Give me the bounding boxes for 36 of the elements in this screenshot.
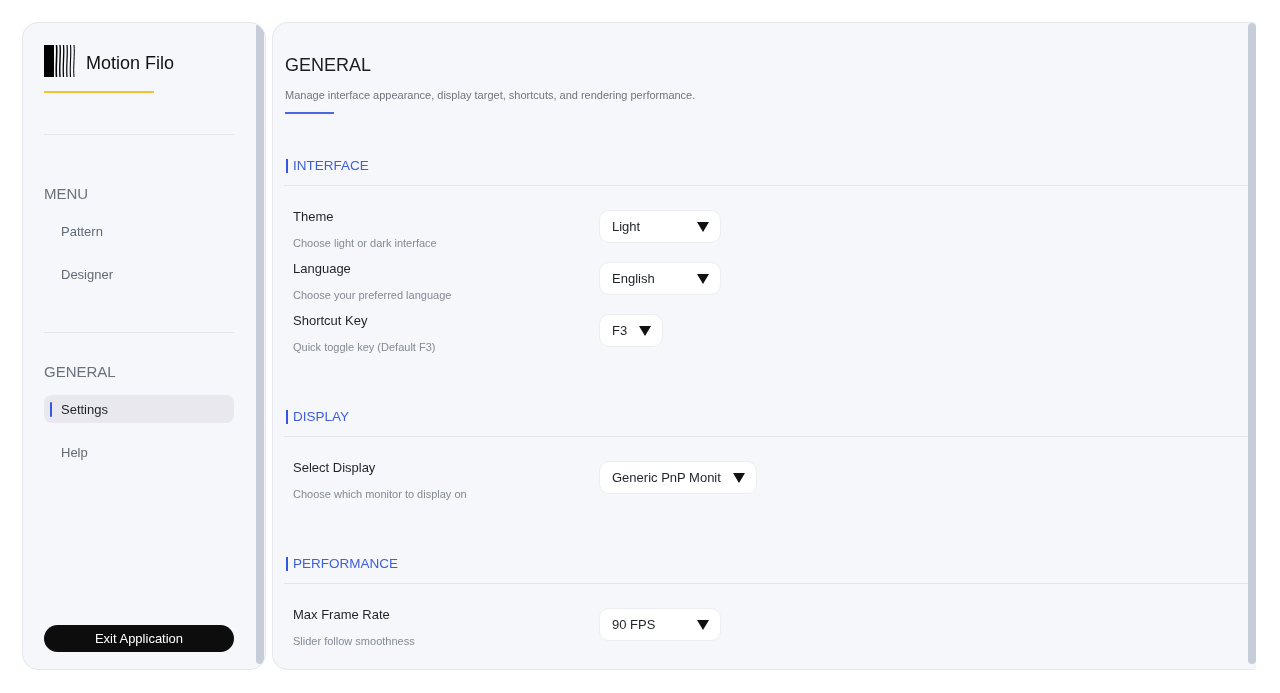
section-title: PERFORMANCE [285,554,1248,574]
page-description: Manage interface appearance, display target, shortcuts, and rendering performance. [285,88,697,103]
dropdown[interactable]: English [599,262,721,295]
section-title: DISPLAY [285,407,1248,427]
setting-description: Slider follow smoothness [293,634,416,649]
exit-button[interactable]: Exit Application [44,625,234,652]
setting-label: Language [293,260,352,278]
section-title: INTERFACE [285,156,1248,176]
dropdown[interactable]: Light [599,210,721,243]
setting-description: Choose your preferred language [293,288,453,303]
scrollbar-thumb[interactable] [256,23,264,664]
dropdown[interactable]: F3 [599,314,664,347]
nav-item[interactable]: Help [44,438,234,466]
setting-label: Theme [293,208,335,226]
setting-label: Shortcut Key [293,312,369,330]
page-title: GENERAL [285,54,373,77]
setting-label: Max Frame Rate [293,606,391,624]
app-name: Motion Filo [86,52,175,74]
menu-group-title: GENERAL [44,362,117,382]
nav-item[interactable]: Settings [44,395,234,423]
scrollbar-thumb[interactable] [1248,23,1256,664]
dropdown[interactable]: Generic PnP Monit [599,461,757,494]
setting-label: Select Display [293,459,377,477]
dropdown[interactable]: 90 FPS [599,608,721,641]
caret-icon [697,619,709,630]
nav-item[interactable]: Designer [44,260,234,288]
caret-icon [697,273,709,284]
caret-icon [732,472,745,483]
setting-description: Choose which monitor to display on [293,487,468,502]
menu-group-title: MENU [44,184,90,204]
caret-icon [639,325,652,336]
nav-item[interactable]: Pattern [44,217,234,245]
setting-description: Quick toggle key (Default F3) [293,340,437,355]
setting-description: Choose light or dark interface [293,236,438,251]
caret-icon [697,221,709,232]
logo-icon [44,45,76,77]
